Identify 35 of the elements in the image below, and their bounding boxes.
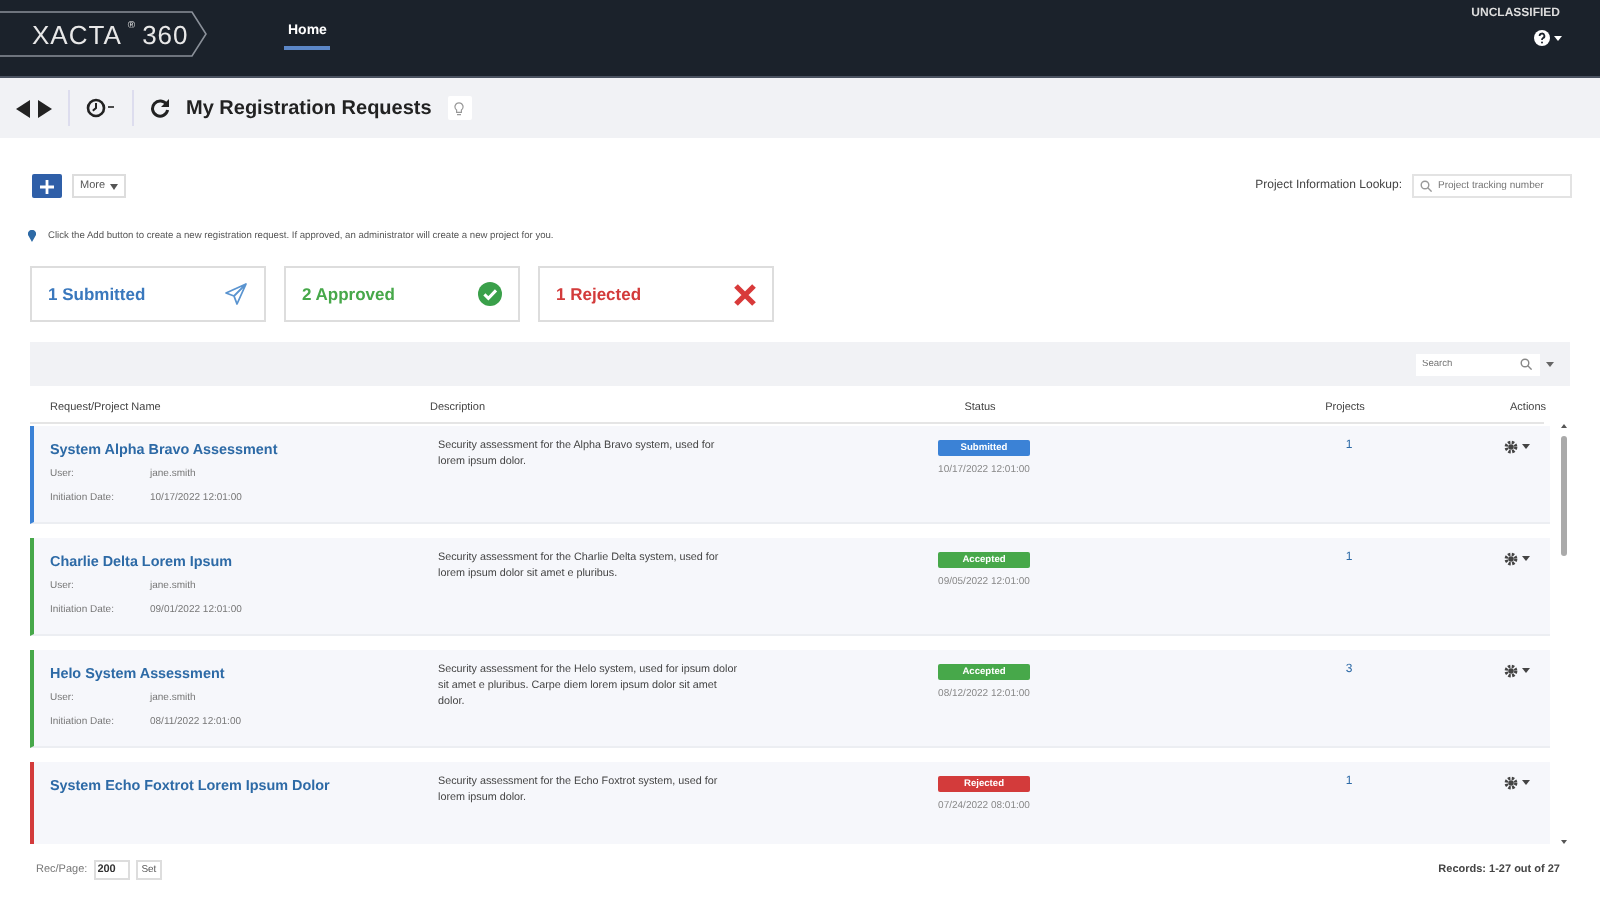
add-button[interactable] xyxy=(32,174,62,198)
gear-menu-button[interactable] xyxy=(1504,440,1530,454)
summary-card[interactable]: 1 Rejected xyxy=(538,266,774,322)
gear-icon xyxy=(1504,664,1518,678)
gear-menu-button[interactable] xyxy=(1504,552,1530,566)
caret-icon xyxy=(1522,444,1530,450)
gear-menu-button[interactable] xyxy=(1504,776,1530,790)
caret-icon xyxy=(1522,556,1530,562)
caret-icon xyxy=(1522,668,1530,674)
refresh-icon[interactable] xyxy=(150,98,170,118)
gear-icon xyxy=(1504,776,1518,790)
lightbulb-icon xyxy=(454,101,465,115)
forward-arrow-icon[interactable] xyxy=(38,99,52,117)
page-title: My Registration Requests xyxy=(186,97,432,119)
history-clock-icon[interactable] xyxy=(86,98,116,118)
lightbulb-button[interactable] xyxy=(447,96,472,120)
gear-menu-button[interactable] xyxy=(1504,664,1530,678)
caret-icon xyxy=(1554,36,1562,42)
help-menu[interactable] xyxy=(1534,30,1562,46)
caret-icon xyxy=(1522,780,1530,786)
scrollbar[interactable] xyxy=(1558,424,1570,844)
paper-plane-icon xyxy=(224,282,248,306)
plus-icon xyxy=(40,179,54,193)
gear-icon xyxy=(1504,440,1518,454)
summary-card[interactable]: 2 Approved xyxy=(284,266,520,322)
caret-icon[interactable] xyxy=(1546,361,1554,367)
map-pin-icon xyxy=(28,230,36,242)
caret-icon xyxy=(109,183,118,189)
search-icon xyxy=(1520,358,1532,370)
check-circle-icon xyxy=(478,282,502,306)
x-mark-icon xyxy=(734,283,756,305)
help-icon xyxy=(1534,30,1550,46)
gear-icon xyxy=(1504,552,1518,566)
back-arrow-icon[interactable] xyxy=(16,99,30,117)
summary-card[interactable]: 1 Submitted xyxy=(30,266,266,322)
